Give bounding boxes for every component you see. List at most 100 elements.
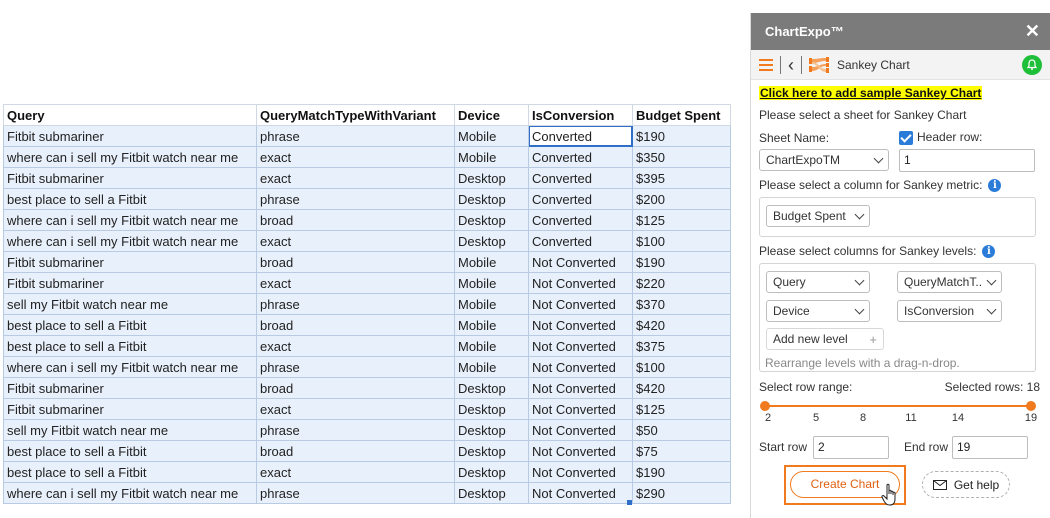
table-cell[interactable]: best place to sell a Fitbit — [3, 461, 257, 483]
table-cell[interactable]: Mobile — [454, 125, 529, 147]
column-header[interactable]: IsConversion — [528, 104, 633, 126]
table-cell[interactable]: Fitbit submariner — [3, 125, 257, 147]
table-cell[interactable]: $290 — [632, 482, 731, 504]
table-cell[interactable]: Desktop — [454, 209, 529, 231]
table-cell[interactable]: Not Converted — [528, 440, 633, 462]
table-cell[interactable]: $420 — [632, 377, 731, 399]
table-cell[interactable]: Not Converted — [528, 398, 633, 420]
table-cell[interactable]: Not Converted — [528, 335, 633, 357]
info-icon[interactable]: i — [988, 179, 1002, 193]
table-row[interactable]: best place to sell a Fitbit broad Mobile No… — [3, 314, 731, 336]
table-cell[interactable]: phrase — [256, 419, 455, 441]
table-cell[interactable]: where can i sell my Fitbit watch near me — [3, 230, 257, 252]
table-row[interactable]: Fitbit submariner exact Mobile Not Converte… — [3, 272, 731, 294]
table-cell[interactable]: exact — [256, 335, 455, 357]
table-cell[interactable]: exact — [256, 230, 455, 252]
table-cell[interactable]: broad — [256, 209, 455, 231]
table-cell[interactable]: $200 — [632, 188, 731, 210]
table-cell[interactable]: phrase — [256, 293, 455, 315]
table-cell[interactable]: Converted — [528, 209, 633, 231]
table-cell[interactable]: Fitbit submariner — [3, 272, 257, 294]
table-cell[interactable]: Mobile — [454, 293, 529, 315]
table-row[interactable]: where can i sell my Fitbit watch near me… — [3, 230, 731, 252]
table-cell[interactable]: broad — [256, 251, 455, 273]
sheet-name-select[interactable]: ChartExpoTM — [759, 149, 889, 171]
table-cell[interactable]: phrase — [256, 356, 455, 378]
table-cell[interactable]: Desktop — [454, 461, 529, 483]
table-cell[interactable]: $350 — [632, 146, 731, 168]
table-cell[interactable]: Not Converted — [528, 272, 633, 294]
table-cell[interactable]: $420 — [632, 314, 731, 336]
table-cell[interactable]: Mobile — [454, 314, 529, 336]
metric-select[interactable]: Budget Spent — [766, 205, 870, 227]
table-cell[interactable]: exact — [256, 461, 455, 483]
bell-icon[interactable] — [1022, 54, 1042, 75]
table-cell[interactable]: Desktop — [454, 398, 529, 420]
level-select-device[interactable]: Device — [766, 300, 870, 322]
table-cell[interactable]: Converted — [528, 188, 633, 210]
table-row[interactable]: where can i sell my Fitbit watch near me… — [3, 146, 731, 168]
table-row[interactable]: sell my Fitbit watch near me phrase Deskto… — [3, 419, 731, 441]
table-cell[interactable]: Desktop — [454, 230, 529, 252]
checkbox-icon[interactable] — [899, 130, 913, 145]
table-cell[interactable]: $375 — [632, 335, 731, 357]
table-cell[interactable]: where can i sell my Fitbit watch near me — [3, 482, 257, 504]
table-cell[interactable]: exact — [256, 398, 455, 420]
table-cell[interactable]: phrase — [256, 482, 455, 504]
table-cell[interactable]: phrase — [256, 188, 455, 210]
table-row[interactable]: best place to sell a Fitbit exact Desktop N… — [3, 461, 731, 483]
table-row[interactable]: best place to sell a Fitbit broad Desktop N… — [3, 440, 731, 462]
table-cell[interactable]: $125 — [632, 209, 731, 231]
header-row-checkbox-group[interactable]: Header row: — [899, 130, 982, 145]
table-row[interactable]: best place to sell a Fitbit phrase Desktop… — [3, 188, 731, 210]
close-icon[interactable]: ✕ — [1025, 21, 1040, 42]
table-cell[interactable]: Mobile — [454, 251, 529, 273]
level-select-isconversion[interactable]: IsConversion — [897, 300, 1002, 322]
table-row[interactable]: best place to sell a Fitbit exact Mobile No… — [3, 335, 731, 357]
table-cell[interactable]: sell my Fitbit watch near me — [3, 293, 257, 315]
table-cell[interactable]: phrase — [256, 125, 455, 147]
table-cell[interactable]: Mobile — [454, 272, 529, 294]
table-cell[interactable]: Desktop — [454, 188, 529, 210]
get-help-button[interactable]: Get help — [922, 471, 1010, 498]
table-cell[interactable]: broad — [256, 377, 455, 399]
table-cell[interactable]: Not Converted — [528, 377, 633, 399]
table-cell[interactable]: Desktop — [454, 440, 529, 462]
table-cell[interactable]: $190 — [632, 125, 731, 147]
column-header[interactable]: QueryMatchTypeWithVariant — [256, 104, 455, 126]
start-row-input[interactable]: 2 — [813, 436, 889, 459]
table-cell[interactable]: Not Converted — [528, 251, 633, 273]
table-cell[interactable]: Converted — [528, 125, 633, 147]
table-row[interactable]: Fitbit submariner exact Desktop Not Convert… — [3, 398, 731, 420]
table-row[interactable]: sell my Fitbit watch near me phrase Mobile… — [3, 293, 731, 315]
info-icon[interactable]: i — [982, 245, 996, 259]
column-header[interactable]: Query — [3, 104, 257, 126]
range-start-handle[interactable] — [760, 401, 770, 411]
table-row[interactable]: where can i sell my Fitbit watch near me… — [3, 482, 731, 504]
table-cell[interactable]: Fitbit submariner — [3, 251, 257, 273]
level-select-query[interactable]: Query — [766, 271, 870, 293]
table-cell[interactable]: $100 — [632, 230, 731, 252]
table-cell[interactable]: broad — [256, 440, 455, 462]
row-range-slider[interactable] — [765, 405, 1031, 407]
table-cell[interactable]: Fitbit submariner — [3, 167, 257, 189]
table-cell[interactable]: $395 — [632, 167, 731, 189]
table-cell[interactable]: Not Converted — [528, 461, 633, 483]
table-cell[interactable]: best place to sell a Fitbit — [3, 188, 257, 210]
table-row[interactable]: Fitbit submariner broad Mobile Not Converte… — [3, 251, 731, 273]
table-cell[interactable]: exact — [256, 272, 455, 294]
level-select-matchtype[interactable]: QueryMatchT... — [897, 271, 1002, 293]
column-header[interactable]: Budget Spent — [632, 104, 731, 126]
table-cell[interactable]: Fitbit submariner — [3, 377, 257, 399]
spreadsheet-grid[interactable]: Query QueryMatchTypeWithVariant Device I… — [3, 104, 731, 504]
table-cell[interactable]: broad — [256, 314, 455, 336]
table-cell[interactable]: $100 — [632, 356, 731, 378]
table-cell[interactable]: $370 — [632, 293, 731, 315]
table-cell[interactable]: Fitbit submariner — [3, 398, 257, 420]
table-cell[interactable]: Mobile — [454, 146, 529, 168]
back-icon[interactable]: ‹ — [788, 56, 794, 74]
table-cell[interactable]: where can i sell my Fitbit watch near me — [3, 146, 257, 168]
table-cell[interactable]: $75 — [632, 440, 731, 462]
table-cell[interactable]: Desktop — [454, 482, 529, 504]
table-cell[interactable]: best place to sell a Fitbit — [3, 335, 257, 357]
